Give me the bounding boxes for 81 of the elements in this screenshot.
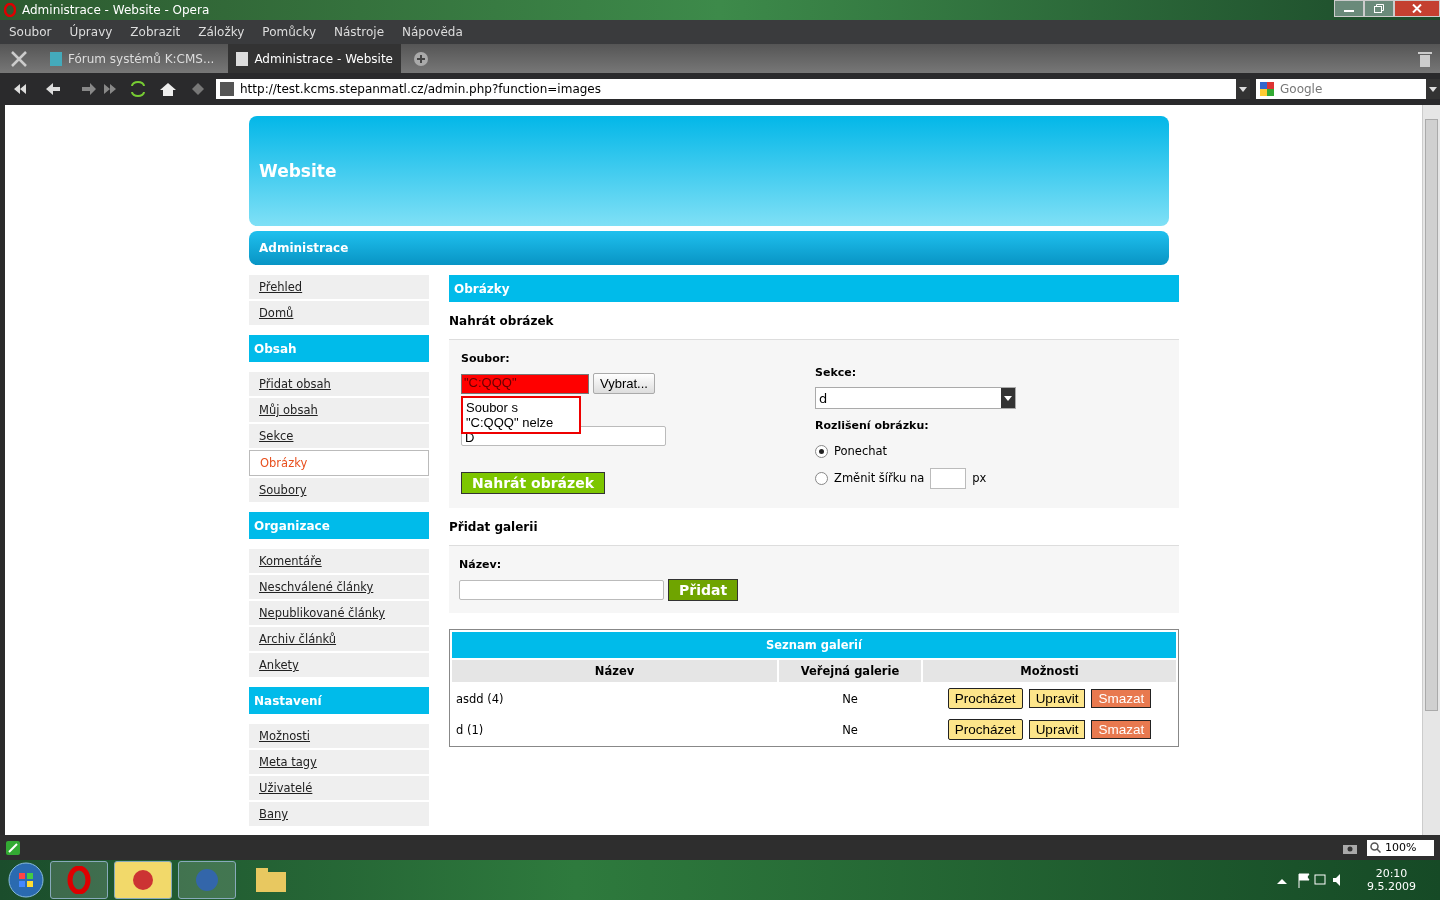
close-button[interactable] [1394,0,1440,17]
maximize-button[interactable] [1364,0,1394,17]
close-icon [1412,4,1422,13]
zoom-field[interactable]: 100% [1367,839,1434,856]
column-header: Veřejná galerie [779,660,921,682]
maximize-icon [1374,4,1384,13]
action-button[interactable]: Upravit [1028,689,1086,708]
sidebar-heading: Nastavení [249,687,429,714]
sidebar-link[interactable]: Přidat obsah [249,372,429,396]
favicon-icon [236,51,249,66]
menu-item[interactable]: Úpravy [60,25,122,39]
clock-time[interactable]: 20:10 [1375,867,1408,880]
field-label: Rozlišení obrázku: [815,419,929,432]
radio-label: Změnit šířku na [834,471,925,485]
width-input[interactable] [930,467,967,489]
section-title: Obrázky [449,275,1179,302]
search-field[interactable]: Google [1256,79,1440,99]
sidebar-link[interactable]: Ankety [249,653,429,677]
admin-nav-bar: Administrace [249,231,1169,265]
sidebar-link[interactable]: Můj obsah [249,398,429,422]
section-dropdown[interactable]: d [815,387,1016,409]
action-button[interactable]: Procházet [947,719,1023,740]
dropdown-caret-icon[interactable] [1001,388,1015,408]
sidebar-link[interactable]: Domů [249,301,429,325]
radio-button[interactable] [815,444,828,458]
favicon-icon [220,82,234,96]
table-caption: Seznam galerií [452,632,1176,658]
sidebar-link[interactable]: Uživatelé [249,776,429,800]
radio-label: Ponechat [834,444,888,458]
window-title: Administrace - Website - Opera [22,3,210,17]
column-header: Název [452,660,777,682]
menu-item[interactable]: Zobrazit [121,25,190,39]
field-label: Název: [459,558,503,571]
error-tooltip: Soubor s "C:QQQ" nelze [461,396,581,434]
address-field[interactable]: http://test.kcms.stepanmatl.cz/admin.php?function=images [216,79,1250,99]
action-button[interactable]: Upravit [1028,720,1086,739]
magnifier-icon [1370,842,1381,853]
menu-item[interactable]: Nástroje [325,25,394,39]
sidebar-link[interactable]: Nepublikované články [249,601,429,625]
scrollbar[interactable] [1422,105,1440,835]
field-label: Soubor: [461,352,510,365]
start-button-icon[interactable] [8,862,44,898]
trash-icon[interactable] [1418,50,1432,67]
taskbar-app-icon[interactable] [178,861,236,899]
menu-item[interactable]: Nápověda [393,25,472,39]
sidebar-link[interactable]: Komentáře [249,549,429,573]
menu-item[interactable]: Záložky [189,25,254,39]
input-field[interactable] [459,580,664,600]
sidebar-link[interactable]: Soubory [249,478,429,502]
sidebar-link[interactable]: Přehled [249,275,429,299]
dropdown-caret-icon[interactable] [1426,79,1440,99]
field-label: Sekce: [815,366,857,379]
site-header: Website [249,116,1169,226]
sidebar-link[interactable]: Neschválené články [249,575,429,599]
action-button[interactable]: Procházet [947,688,1023,709]
unit-label: px [972,471,987,485]
favicon-icon [50,51,62,66]
add-tab-icon[interactable] [413,50,429,67]
sidebar-link[interactable]: Sekce [249,424,429,448]
sidebar-link[interactable]: Obrázky [249,450,429,476]
dropdown-caret-icon[interactable] [1236,79,1250,99]
sidebar-heading: Obsah [249,335,429,362]
sidebar-link[interactable]: Bany [249,802,429,826]
menu-item[interactable]: Soubor [0,25,61,39]
panel-toggle-icon[interactable] [6,840,20,855]
sidebar-link[interactable]: Meta tagy [249,750,429,774]
sidebar-link[interactable]: Archiv článků [249,627,429,651]
browser-tab[interactable]: Administrace - Website [228,44,401,73]
clock-date[interactable]: 9.5.2009 [1367,880,1416,893]
opera-logo-icon [4,3,16,17]
browser-tab[interactable]: Fórum systémů K:CMS... [42,44,223,73]
browse-button[interactable]: Vybrat... [593,373,655,394]
column-header: Možnosti [923,660,1176,682]
menu-item[interactable]: Pomůcky [253,25,325,39]
minimize-button[interactable] [1334,0,1364,17]
sidebar-heading: Organizace [249,512,429,539]
radio-button[interactable] [815,471,828,485]
taskbar-app-icon[interactable] [50,861,108,899]
taskbar-app-icon[interactable] [114,861,172,899]
sidebar-link[interactable]: Možnosti [249,724,429,748]
tools-icon[interactable] [10,49,28,68]
